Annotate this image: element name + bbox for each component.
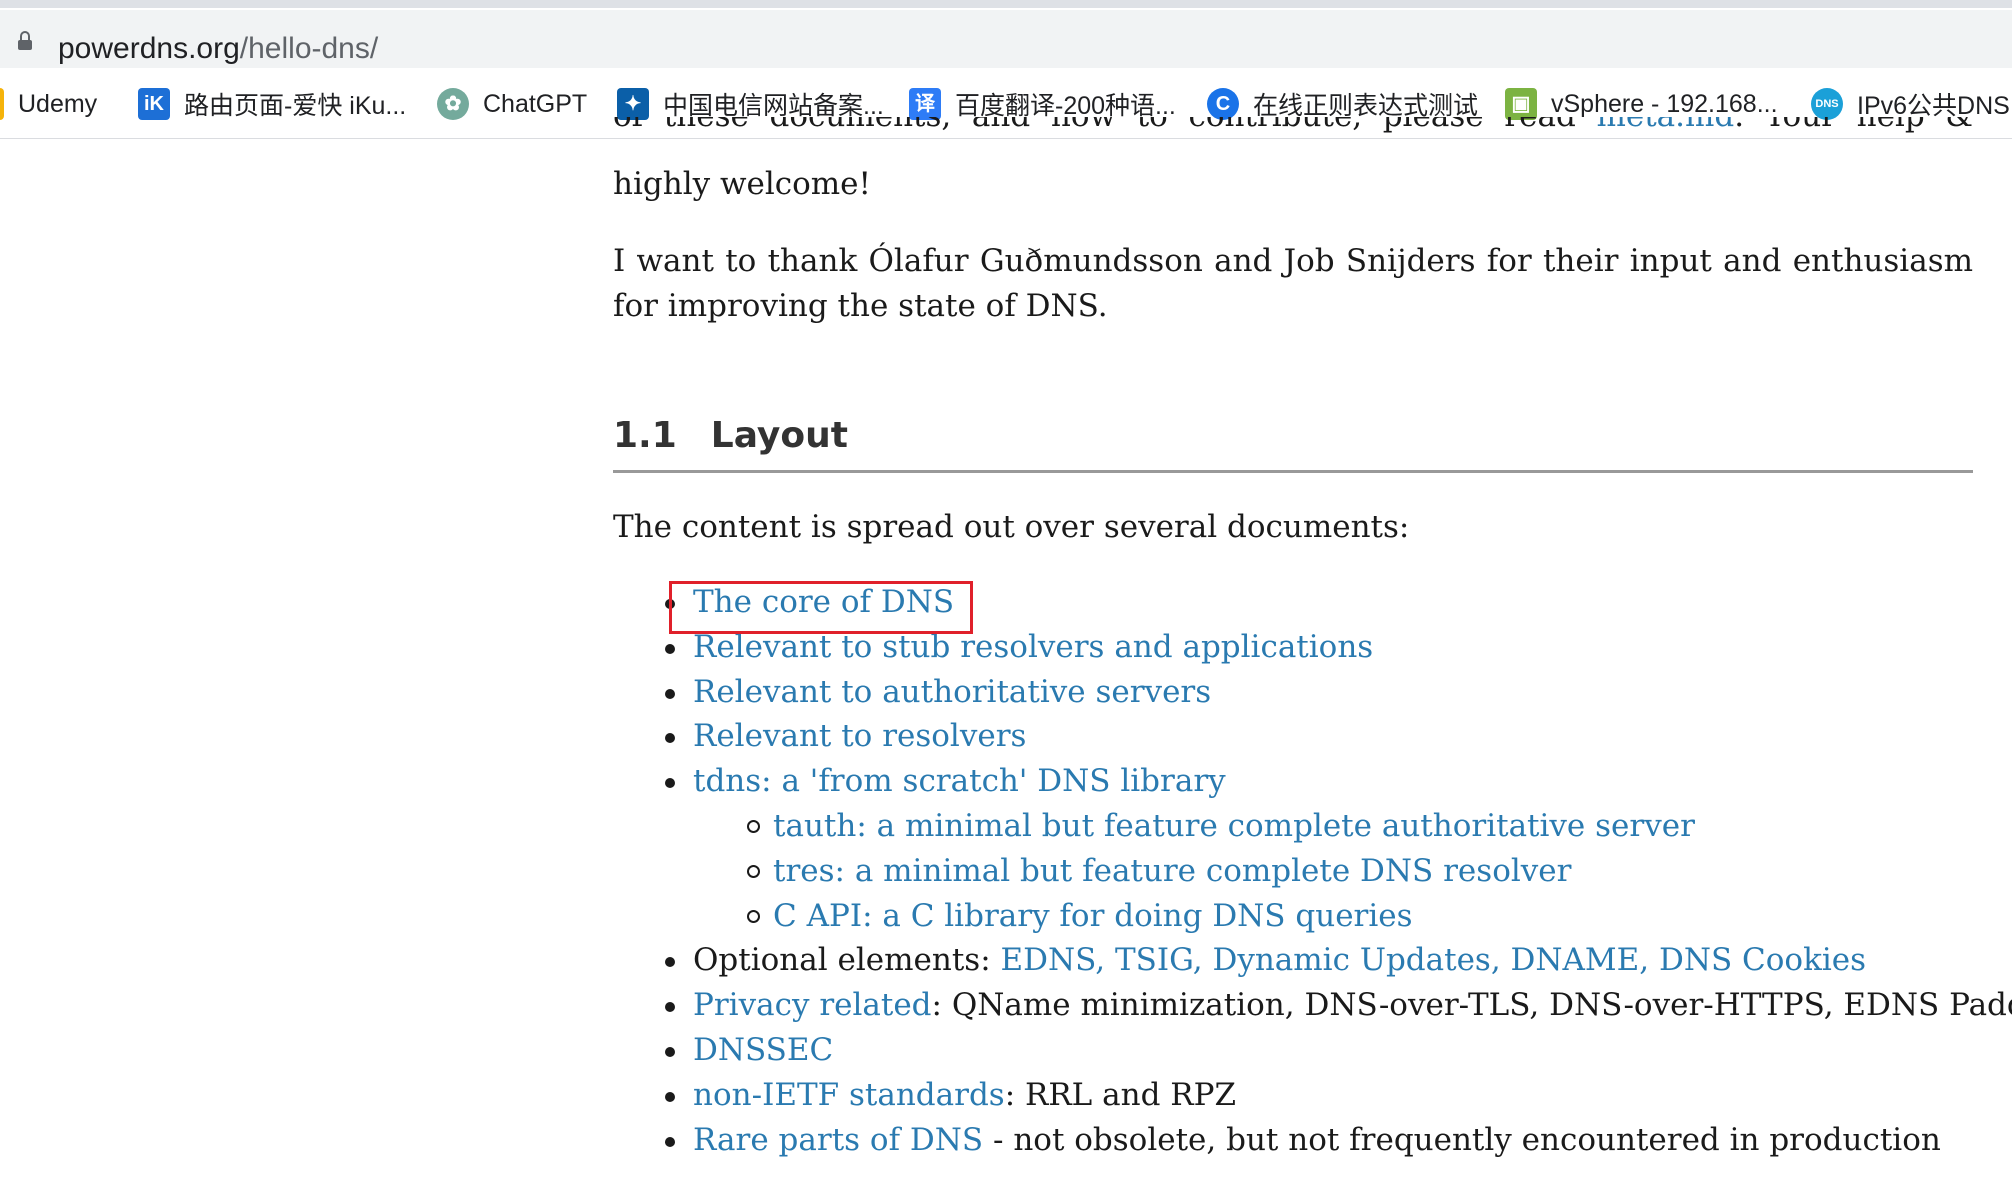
list-item: Relevant to authoritative servers (613, 670, 2012, 715)
highlight-box (669, 581, 973, 634)
section-number: 1.1 (613, 415, 677, 456)
sub-list-item: tres: a minimal but feature complete DNS… (613, 849, 2012, 894)
bookmark-chatgpt[interactable]: ✿ ChatGPT (437, 80, 587, 128)
bullet-icon (665, 1136, 675, 1147)
rare-parts-link[interactable]: Rare parts of DNS (693, 1122, 983, 1158)
lock-icon[interactable] (18, 31, 32, 50)
c-api-link[interactable]: C API: a C library for doing DNS queries (773, 898, 1413, 934)
list-item: tdns: a 'from scratch' DNS library (613, 759, 2012, 804)
list-item: non-IETF standards: RRL and RPZ (613, 1073, 2012, 1118)
documents-list: The core of DNS Relevant to stub resolve… (613, 580, 2012, 1162)
sub-list-item: C API: a C library for doing DNS queries (613, 894, 2012, 939)
section-heading: 1.1 Layout (613, 415, 1973, 456)
ikuai-icon: iK (138, 88, 170, 120)
stub-resolvers-link[interactable]: Relevant to stub resolvers and applicati… (693, 629, 1373, 665)
section-underline (613, 470, 1973, 473)
dnssec-link[interactable]: DNSSEC (693, 1032, 833, 1068)
bullet-icon (665, 1091, 675, 1102)
resolvers-link[interactable]: Relevant to resolvers (693, 718, 1026, 754)
optional-elements-link[interactable]: EDNS, TSIG, Dynamic Updates, DNAME, DNS … (1001, 942, 1867, 978)
bookmark-ikuai[interactable]: iK 路由页面-爱快 iKu... (138, 80, 406, 128)
bullet-icon (665, 688, 675, 699)
bullet-icon (665, 778, 675, 789)
meta-md-link[interactable]: meta.md (1596, 117, 1734, 134)
list-item: DNSSEC (613, 1028, 2012, 1073)
tdns-link[interactable]: tdns: a 'from scratch' DNS library (693, 763, 1226, 799)
section-title: Layout (710, 415, 848, 456)
list-item: Privacy related: QName minimization, DNS… (613, 983, 2012, 1028)
list-item: Relevant to resolvers (613, 714, 2012, 759)
sub-list-item: tauth: a minimal but feature complete au… (613, 804, 2012, 849)
bookmark-udemy[interactable]: Udemy (0, 80, 97, 128)
url-text[interactable]: powerdns.org/hello-dns/ (58, 30, 378, 68)
circle-bullet-icon (747, 819, 760, 833)
circle-bullet-icon (747, 864, 760, 878)
tres-link[interactable]: tres: a minimal but feature complete DNS… (773, 853, 1571, 889)
chatgpt-icon: ✿ (437, 88, 469, 120)
authoritative-servers-link[interactable]: Relevant to authoritative servers (693, 674, 1211, 710)
non-ietf-standards-link[interactable]: non-IETF standards (693, 1077, 1005, 1113)
udemy-icon (0, 88, 4, 120)
list-item: Rare parts of DNS - not obsolete, but no… (613, 1118, 2012, 1163)
bullet-icon (665, 1002, 675, 1013)
circle-bullet-icon (747, 909, 760, 923)
bullet-icon (665, 643, 675, 654)
layout-intro: The content is spread out over several d… (613, 509, 1410, 545)
thanks-paragraph: I want to thank Ólafur Guðmundsson and J… (613, 243, 1973, 324)
bullet-icon (665, 1046, 675, 1057)
list-item: Optional elements: EDNS, TSIG, Dynamic U… (613, 938, 2012, 983)
tauth-link[interactable]: tauth: a minimal but feature complete au… (773, 808, 1695, 844)
privacy-related-link[interactable]: Privacy related (693, 987, 932, 1023)
bullet-icon (665, 733, 675, 744)
help-welcome-text: highly welcome! (613, 166, 871, 202)
clipped-intro-line: of these documents, and how to contribut… (613, 117, 1973, 139)
bullet-icon (665, 957, 675, 968)
